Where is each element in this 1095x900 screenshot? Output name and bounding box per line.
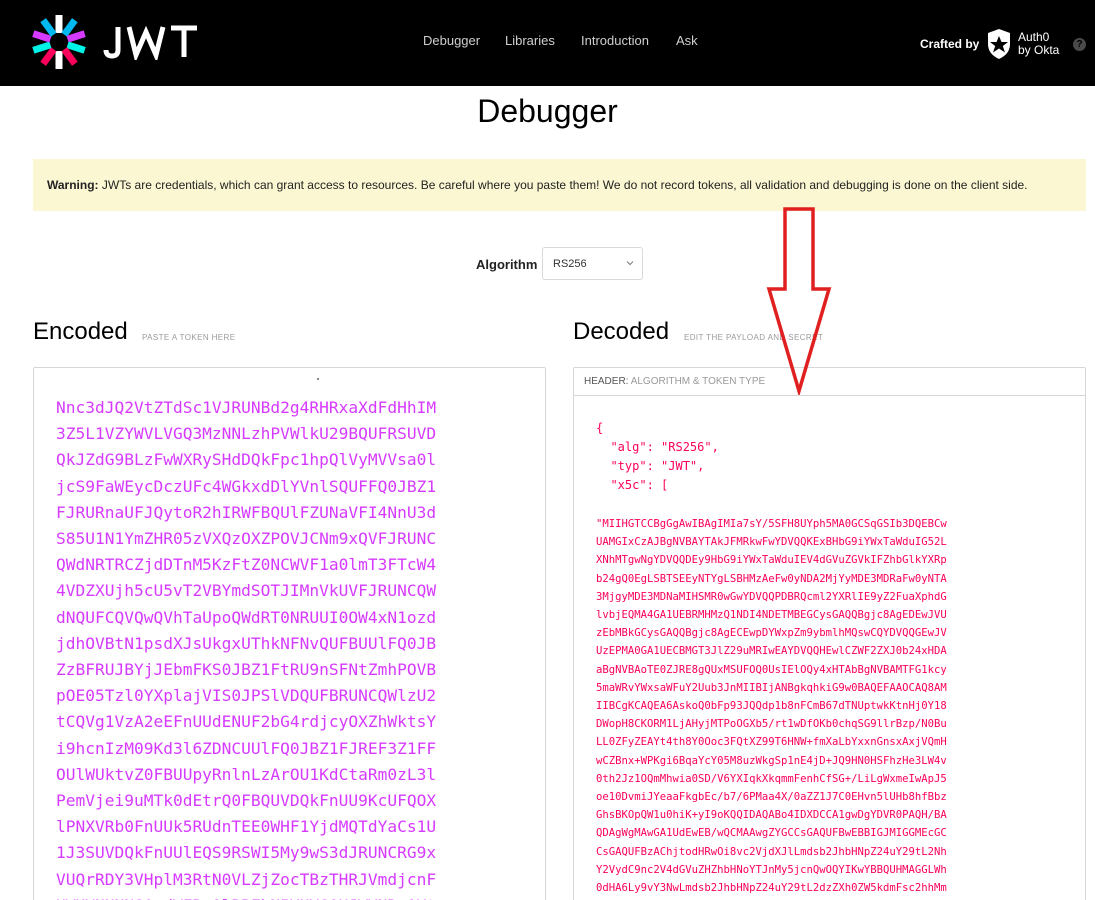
x5c-line: 0th2Jz1OQmMhwia0SD/V6YXIqkXkqmmFenhCfSG+… bbox=[596, 772, 947, 785]
nav-link-debugger[interactable]: Debugger bbox=[423, 33, 480, 48]
encoded-token-line: OUlWUktvZ0FBUUpyRnlnLzArOU1KdCtaRm0zL3l bbox=[56, 764, 437, 784]
warning-label: Warning: bbox=[47, 178, 99, 192]
jwt-logo-icon[interactable] bbox=[31, 14, 87, 70]
encoded-hint: PASTE A TOKEN HERE bbox=[142, 333, 236, 342]
encoded-token-line: S85U1N1YmZHR05zVXQzOXZPOVJCNm9xQVFJRUNC bbox=[56, 529, 437, 549]
header-sub-label: ALGORITHM & TOKEN TYPE bbox=[630, 376, 766, 387]
encoded-token-line: lPNXVRb0FnUUk5RUdnTEE0WHF1YjdMQTdYaCs1U bbox=[56, 817, 437, 837]
x5c-certificate-text[interactable]: "MIIHGTCCBgGgAwIBAgIMIa7sY/5SFH8UYph5MA0… bbox=[596, 515, 1066, 897]
x5c-line: UAMGIxCzAJBgNVBAYTAkJFMRkwFwYDVQQKExBHbG… bbox=[596, 536, 947, 549]
by-okta-text: by Okta bbox=[1018, 43, 1060, 57]
encoded-token-editor[interactable]: Nnc3dJQ2VtZTdSc1VJRUNBd2g4RHRxaXdFdHhIM 3… bbox=[33, 367, 546, 900]
x5c-line: LL0ZFyZEAYt4th8Y0Ooc3FQtXZ99T6HNW+fmXaLb… bbox=[596, 736, 947, 749]
encoded-token-line: jdhOVBtN1psdXJsUkgxUThkNFNvQUFBUUlFQ0JB bbox=[56, 633, 437, 653]
encoded-token-line: tCQVg1VzA2eEFnUUdENUF2bG4rdjcyOXZhWktsY bbox=[56, 712, 437, 732]
nav-link-libraries[interactable]: Libraries bbox=[505, 33, 555, 48]
warning-text: JWTs are credentials, which can grant ac… bbox=[101, 178, 1028, 192]
encoded-token-line: FJRURnaUFJQytoR2hIRWFBQUlFZUNaVFI4NnU3d bbox=[56, 502, 437, 522]
jwt-wordmark bbox=[103, 25, 197, 60]
header-json-line: "typ": "JWT", bbox=[596, 459, 705, 473]
x5c-line: DWopH8CKORM1LjAHyjMTPoOGXb5/rt1wDfOKb0ch… bbox=[596, 718, 947, 731]
encoded-token-line: 1J3SUVDQkFnUUlEQS9RSWI5My9wS3dJRUNCRG9x bbox=[56, 843, 437, 863]
encoded-token-line: 4VDZXUjh5cU5vT2VBYmdSOTJIMnVkUVFJRUNCQW bbox=[56, 581, 437, 601]
x5c-line: 0dHA6Ly9vY3NwLmdsb2JhbHNpZ24uY29tL2dzZXh… bbox=[596, 882, 947, 895]
nav-link-ask[interactable]: Ask bbox=[676, 33, 698, 48]
decoded-title: Decoded bbox=[573, 318, 670, 345]
header-json-text[interactable]: { "alg": "RS256", "typ": "JWT", "x5c": [ bbox=[596, 419, 719, 495]
encoded-token-line: i9hcnIzM09Kd3l6ZDNCUUlFQ0JBZ1FJREF3Z1FF bbox=[56, 738, 437, 758]
x5c-line: zEbMBkGCysGAQQBgjc8AgECEwpDYWxpZm9ybmlhM… bbox=[596, 627, 947, 640]
x5c-line: UzEPMA0GA1UECBMGT3JlZ29uMRIwEAYDVQQHEwlC… bbox=[596, 645, 947, 658]
encoded-token-line: QkJZdG9BLzFwWXRySHdDQkFpc1hpQlVyMVVsa0l bbox=[56, 450, 437, 470]
encoded-token-line: jcS9FaWEycDczUFc4WGkxdDlYVnlSQUFFQ0JBZ1 bbox=[56, 476, 437, 496]
decoded-header-editor: HEADER: ALGORITHM & TOKEN TYPE { "alg": … bbox=[573, 367, 1086, 900]
encoded-token-line: VUQrRDY3VHplM3RtN0VLZjZocTBzTHRJVmdjcnF bbox=[56, 869, 437, 889]
algorithm-select[interactable]: RS256 bbox=[542, 247, 643, 280]
x5c-line: GhsBKOpQW1u0hiK+yI9oKQQIDAQABo4IDXDCCA1g… bbox=[596, 809, 947, 822]
header-json-line: "x5c": [ bbox=[596, 478, 669, 492]
header-json-line: { bbox=[596, 421, 604, 435]
encoded-token-line: pOE05Tzl0YXplajVIS0JPSlVDQUFBRUNCQWlzU2 bbox=[56, 686, 437, 706]
x5c-line: CsGAQUFBzAChjtodHRwOi8vc2VjdXJlLmdsb2Jhb… bbox=[596, 845, 947, 858]
header-label: HEADER: bbox=[584, 376, 629, 387]
encoded-token-line: 3Z5L1VZYWVLVGQ3MzNNLzhPVWlkU29BQUFRSUVD bbox=[56, 424, 437, 444]
help-icon[interactable]: ? bbox=[1073, 38, 1086, 51]
x5c-line: XNhMTgwNgYDVQQDEy9HbG9iYWxTaWduIEV4dGVuZ… bbox=[596, 554, 947, 567]
warning-banner: Warning: JWTs are credentials, which can… bbox=[33, 159, 1086, 211]
chevron-down-icon bbox=[626, 261, 634, 266]
encoded-token-line: QWdNRTRCZjdDTnM5KzFtZ0NCWVF1a0lmT3FTcW4 bbox=[56, 555, 437, 575]
encoded-title: Encoded bbox=[33, 318, 128, 345]
nav-link-introduction[interactable]: Introduction bbox=[581, 33, 649, 48]
encoded-token-line: PemVjei9uMTk0dEtrQ0FBQUVDQkFnUU9KcUFQOX bbox=[56, 791, 437, 811]
encoded-token-line: dNQUFCQVQwQVhTaUpoQWdRT0NRUUI0OW4xN1ozd bbox=[56, 607, 437, 627]
header-json-line: "alg": "RS256", bbox=[596, 440, 719, 454]
x5c-line: b24gQ0EgLSBTSEEyNTYgLSBHMzAeFw0yNDA2MjYy… bbox=[596, 572, 947, 585]
encoded-token-text[interactable]: Nnc3dJQ2VtZTdSc1VJRUNBd2g4RHRxaXdFdHhIM 3… bbox=[56, 395, 526, 900]
encoded-token-line: Nnc3dJQ2VtZTdSc1VJRUNBd2g4RHRxaXdFdHhIM bbox=[56, 398, 437, 417]
x5c-line: IIBCgKCAQEA6AskoQ0bFp93JQQdp1b8nFCmB67dT… bbox=[596, 700, 947, 713]
x5c-line: lvbjEQMA4GA1UEBRMHMzQ1NDI4NDETMBEGCysGAQ… bbox=[596, 609, 947, 622]
algorithm-label: Algorithm bbox=[476, 257, 538, 272]
x5c-line: oe10DvmiJYeaaFkgbEc/b7/6PMaa4X/0aZZ1J7C0… bbox=[596, 791, 947, 804]
encoded-token-line: ZzBFRUJBYjJEbmFKS0JBZ1FtRU9nSFNtZmhPOVB bbox=[56, 660, 437, 680]
x5c-line: 3MjgyMDE3MDNaMIHSMR0wGwYDVQQPDBRQcml2YXR… bbox=[596, 590, 947, 603]
crafted-by-label: Crafted by bbox=[920, 37, 980, 51]
x5c-line: QDAgWgMAwGA1UdEwEB/wQCMAAwgZYGCCsGAQUFBw… bbox=[596, 827, 947, 840]
header-section-label: HEADER: ALGORITHM & TOKEN TYPE bbox=[584, 376, 765, 387]
scroll-marker bbox=[317, 378, 319, 380]
auth0-shield-icon[interactable] bbox=[986, 28, 1012, 60]
algorithm-selected-value: RS256 bbox=[553, 258, 587, 270]
auth0-by-okta-link[interactable]: Auth0 by Okta bbox=[1018, 31, 1059, 57]
x5c-line: "MIIHGTCCBgGgAwIBAgIMIa7sY/5SFH8UYph5MA0… bbox=[596, 518, 947, 530]
red-down-arrow-annotation bbox=[766, 207, 832, 395]
warning-message: Warning: JWTs are credentials, which can… bbox=[47, 178, 1028, 192]
x5c-line: aBgNVBAoTE0ZJRE8gQUxMSUFOQ0UsIElOQy4xHTA… bbox=[596, 663, 947, 676]
page-title: Debugger bbox=[477, 93, 618, 129]
x5c-line: wCZBnx+WPKgi6BqaYcY05M8uzWkgSp1nE4jD+JQ9… bbox=[596, 754, 947, 767]
top-navbar: Debugger Libraries Introduction Ask Craf… bbox=[0, 0, 1095, 86]
encoded-token-line: UWHVNNNNSAzdWFRc0lBBFhN5VUVGOHJWVNRc1Vt bbox=[56, 893, 526, 900]
x5c-line: 5maWRvYWxsaWFuY2Uub3JnMIIBIjANBgkqhkiG9w… bbox=[596, 681, 947, 694]
x5c-line: Y2VydC9nc2V4dGVuZHZhbHNoYTJnMy5jcnQwOQYI… bbox=[596, 863, 947, 876]
